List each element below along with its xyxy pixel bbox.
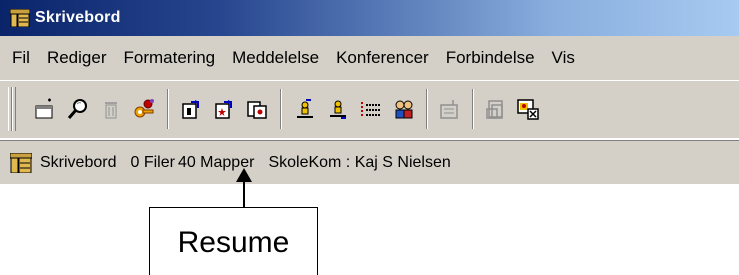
menu-fil[interactable]: Fil: [0, 48, 38, 68]
disabled-folders-icon: [486, 100, 503, 119]
mail-button-disabled[interactable]: [434, 94, 464, 124]
callout-arrow-line: [243, 180, 245, 208]
folders-button-disabled[interactable]: [481, 94, 511, 124]
person-down-button[interactable]: [323, 94, 353, 124]
document-button[interactable]: [176, 94, 206, 124]
menu-konferencer[interactable]: Konferencer: [327, 48, 437, 68]
desk-icon: [9, 152, 33, 173]
menu-bar: Fil Rediger Formatering Meddelelse Konfe…: [0, 36, 739, 80]
new-message-button[interactable]: [30, 94, 60, 124]
menu-meddelelse[interactable]: Meddelelse: [223, 48, 327, 68]
search-button[interactable]: [63, 94, 93, 124]
list-icon: [361, 102, 380, 118]
keys-button[interactable]: [129, 94, 159, 124]
status-location: Skrivebord: [40, 153, 117, 171]
toolbar-grip[interactable]: [12, 87, 16, 131]
callout-label: Resume: [177, 225, 290, 259]
menu-forbindelse[interactable]: Forbindelse: [437, 48, 543, 68]
application-window: Skrivebord Fil Rediger Formatering Medde…: [0, 0, 739, 185]
list-button[interactable]: [356, 94, 386, 124]
person-down-icon: [330, 100, 346, 119]
callout-box: Resume: [149, 207, 318, 275]
document-star-button[interactable]: [209, 94, 239, 124]
image-remove-icon: [517, 99, 539, 120]
person-up-icon: [297, 99, 313, 118]
search-icon: [67, 99, 87, 119]
window-title: Skrivebord: [35, 9, 121, 26]
menu-vis[interactable]: Vis: [543, 48, 583, 68]
title-bar[interactable]: Skrivebord: [0, 0, 739, 36]
people-button[interactable]: [389, 94, 419, 124]
status-bar: Skrivebord 0 Filer 40 Mapper SkoleKom : …: [0, 140, 739, 184]
doc-star-arrow-icon: [215, 100, 232, 119]
status-user: SkoleKom : Kaj S Nielsen: [268, 153, 451, 171]
document-card-button[interactable]: [242, 94, 272, 124]
toolbar: [0, 80, 739, 138]
people-icon: [395, 100, 413, 119]
menu-rediger[interactable]: Rediger: [38, 48, 115, 68]
keys-icon: [134, 99, 154, 118]
toolbar-separator: [472, 89, 474, 129]
status-files: 0 Filer: [130, 153, 175, 171]
desk-icon: [9, 8, 31, 28]
trash-icon: [105, 102, 117, 119]
image-remove-button[interactable]: [513, 94, 543, 124]
toolbar-separator: [280, 89, 282, 129]
delete-button[interactable]: [96, 94, 126, 124]
doc-card-icon: [247, 101, 267, 119]
toolbar-separator: [426, 89, 428, 129]
doc-arrow-icon: [182, 100, 199, 119]
new-message-icon: [35, 98, 53, 119]
person-up-button[interactable]: [290, 94, 320, 124]
menu-formatering[interactable]: Formatering: [115, 48, 224, 68]
toolbar-separator: [167, 89, 169, 129]
disabled-mail-icon: [440, 100, 458, 119]
